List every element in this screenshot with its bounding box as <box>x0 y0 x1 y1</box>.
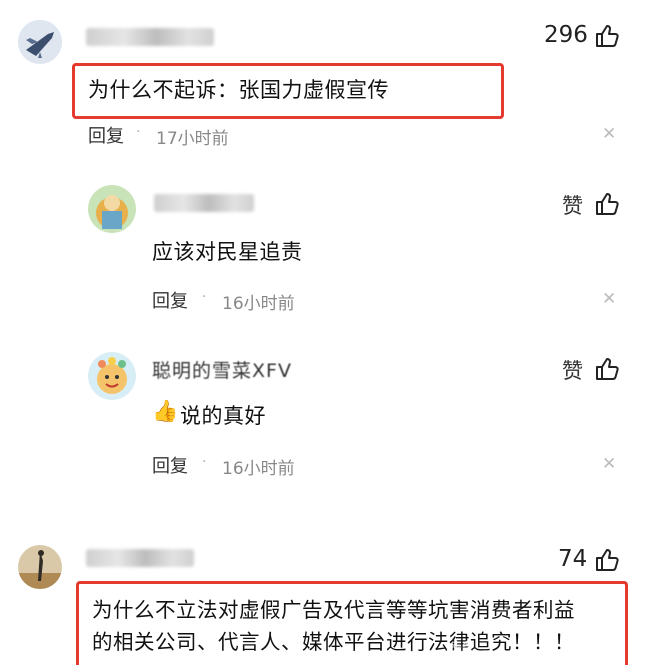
like-count: 74 <box>558 546 588 572</box>
separator-dot: · <box>136 124 141 140</box>
username-blurred[interactable] <box>86 549 194 567</box>
reply-text: 应该对民星追责 <box>152 240 303 264</box>
avatar-image-icon <box>88 185 136 233</box>
avatar[interactable] <box>88 185 136 233</box>
close-icon[interactable]: ✕ <box>602 454 616 474</box>
reply-text: 说的真好 <box>180 404 266 428</box>
like-label: 赞 <box>562 194 583 218</box>
thumbs-up-icon[interactable] <box>594 191 620 217</box>
like-label: 赞 <box>562 359 583 383</box>
thumbs-up-icon[interactable] <box>594 547 620 573</box>
jet-icon <box>18 20 62 64</box>
timestamp: 16小时前 <box>222 459 295 479</box>
reply-button[interactable]: 回复 <box>88 122 124 148</box>
thumbs-up-icon[interactable] <box>594 356 620 382</box>
reply-button[interactable]: 回复 <box>152 452 188 478</box>
comment-text-line2: 的相关公司、代言人、媒体平台进行法律追究！！！ <box>92 630 575 654</box>
avatar[interactable] <box>18 20 62 64</box>
avatar-image-icon <box>18 545 62 589</box>
reply-button[interactable]: 回复 <box>152 287 188 313</box>
comment-text-line1: 为什么不立法对虚假广告及代言等等坑害消费者利益 <box>92 598 575 622</box>
watermark: 头条 <box>450 640 475 654</box>
username-blurred[interactable] <box>86 28 214 46</box>
timestamp: 17小时前 <box>156 129 229 149</box>
thumbs-up-icon[interactable] <box>594 23 620 49</box>
avatar[interactable] <box>18 545 62 589</box>
close-icon[interactable]: ✕ <box>602 124 616 144</box>
username[interactable]: 聪明的雪菜XFV <box>152 356 292 383</box>
username-blurred[interactable] <box>154 194 254 212</box>
avatar-image-icon <box>88 352 136 400</box>
timestamp: 16小时前 <box>222 294 295 314</box>
close-icon[interactable]: ✕ <box>602 289 616 309</box>
comment-text: 为什么不起诉：张国力虚假宣传 <box>88 78 389 102</box>
avatar[interactable] <box>88 352 136 400</box>
like-count: 296 <box>544 22 588 48</box>
separator-dot: · <box>202 289 207 305</box>
separator-dot: · <box>202 454 207 470</box>
thumbs-up-emoji: 👍 <box>152 399 179 423</box>
